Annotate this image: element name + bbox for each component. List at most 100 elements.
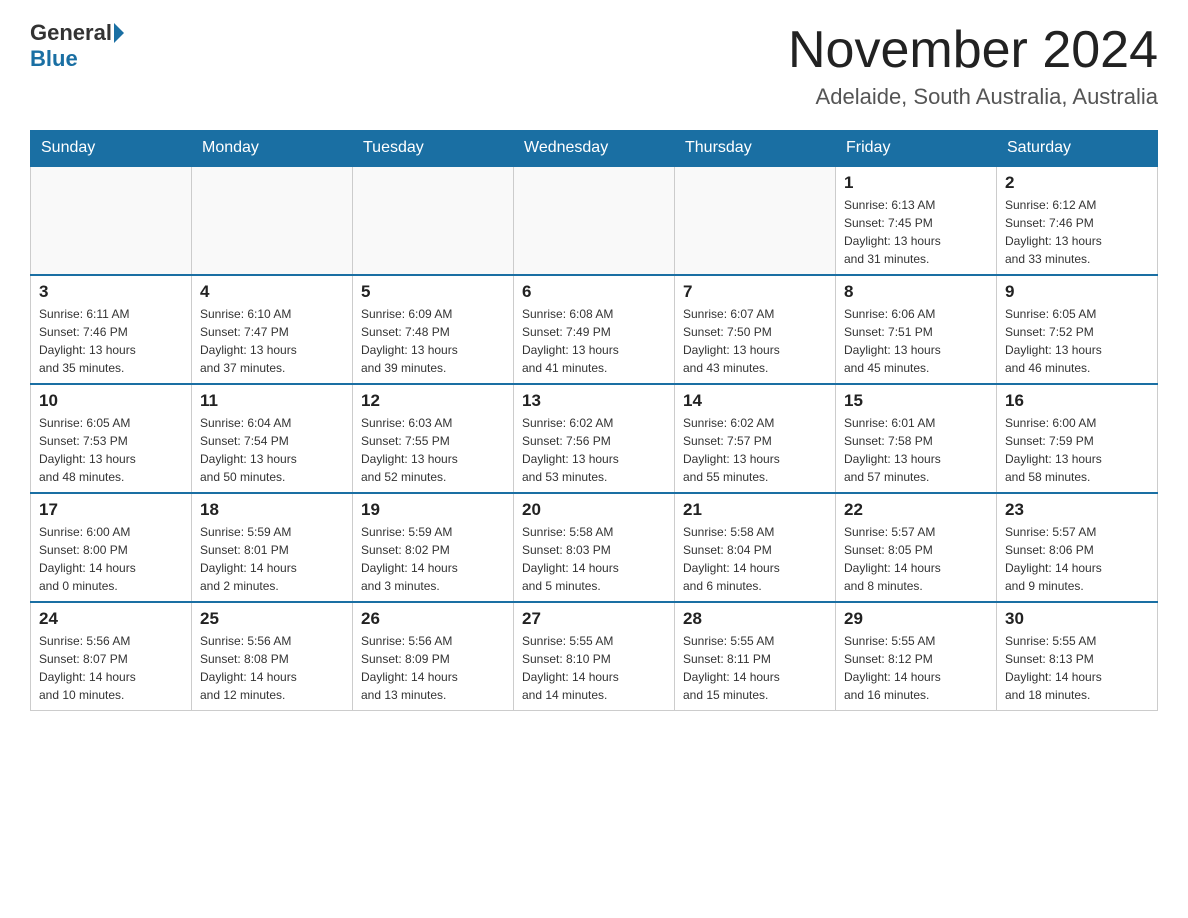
day-info: Sunrise: 6:04 AMSunset: 7:54 PMDaylight:… — [200, 414, 344, 486]
calendar-week-row: 24Sunrise: 5:56 AMSunset: 8:07 PMDayligh… — [31, 602, 1158, 711]
calendar-cell: 20 Sunrise: 5:58 AMSunset: 8:03 PMDayligh… — [514, 493, 675, 602]
column-header-sunday: Sunday — [31, 131, 192, 167]
day-number: 28 — [683, 609, 827, 629]
day-number: 5 — [361, 282, 505, 302]
day-number: 18 — [200, 500, 344, 520]
day-info: Sunrise: 5:57 AMSunset: 8:06 PMDaylight:… — [1005, 523, 1149, 595]
day-info: Sunrise: 6:05 AMSunset: 7:52 PMDaylight:… — [1005, 305, 1149, 377]
day-number: 16 — [1005, 391, 1149, 411]
calendar-cell: 28 Sunrise: 5:55 AMSunset: 8:11 PMDayligh… — [675, 602, 836, 711]
calendar-cell — [675, 166, 836, 275]
day-info: Sunrise: 6:05 AMSunset: 7:53 PMDaylight:… — [39, 414, 183, 486]
calendar-cell: 7 Sunrise: 6:07 AMSunset: 7:50 PMDaylight… — [675, 275, 836, 384]
column-header-wednesday: Wednesday — [514, 131, 675, 167]
calendar-cell: 26 Sunrise: 5:56 AMSunset: 8:09 PMDayligh… — [353, 602, 514, 711]
day-info: Sunrise: 6:00 AMSunset: 7:59 PMDaylight:… — [1005, 414, 1149, 486]
day-number: 22 — [844, 500, 988, 520]
day-number: 21 — [683, 500, 827, 520]
day-info: Sunrise: 6:01 AMSunset: 7:58 PMDaylight:… — [844, 414, 988, 486]
calendar-cell: 21 Sunrise: 5:58 AMSunset: 8:04 PMDayligh… — [675, 493, 836, 602]
day-info: Sunrise: 5:56 AMSunset: 8:09 PMDaylight:… — [361, 632, 505, 704]
calendar-cell: 12 Sunrise: 6:03 AMSunset: 7:55 PMDayligh… — [353, 384, 514, 493]
day-number: 11 — [200, 391, 344, 411]
day-number: 13 — [522, 391, 666, 411]
calendar-cell — [192, 166, 353, 275]
day-number: 6 — [522, 282, 666, 302]
day-number: 27 — [522, 609, 666, 629]
day-info: Sunrise: 6:02 AMSunset: 7:56 PMDaylight:… — [522, 414, 666, 486]
day-info: Sunrise: 6:13 AMSunset: 7:45 PMDaylight:… — [844, 196, 988, 268]
day-info: Sunrise: 5:55 AMSunset: 8:10 PMDaylight:… — [522, 632, 666, 704]
day-number: 30 — [1005, 609, 1149, 629]
day-info: Sunrise: 5:58 AMSunset: 8:04 PMDaylight:… — [683, 523, 827, 595]
day-number: 20 — [522, 500, 666, 520]
logo-arrow-icon — [114, 23, 124, 43]
day-info: Sunrise: 6:10 AMSunset: 7:47 PMDaylight:… — [200, 305, 344, 377]
calendar-cell: 25 Sunrise: 5:56 AMSunset: 8:08 PMDayligh… — [192, 602, 353, 711]
title-section: November 2024 Adelaide, South Australia,… — [788, 20, 1158, 110]
day-info: Sunrise: 6:02 AMSunset: 7:57 PMDaylight:… — [683, 414, 827, 486]
day-number: 17 — [39, 500, 183, 520]
day-info: Sunrise: 5:55 AMSunset: 8:12 PMDaylight:… — [844, 632, 988, 704]
day-info: Sunrise: 6:11 AMSunset: 7:46 PMDaylight:… — [39, 305, 183, 377]
day-info: Sunrise: 6:07 AMSunset: 7:50 PMDaylight:… — [683, 305, 827, 377]
calendar-cell: 5Sunrise: 6:09 AMSunset: 7:48 PMDaylight… — [353, 275, 514, 384]
calendar-cell: 10Sunrise: 6:05 AMSunset: 7:53 PMDayligh… — [31, 384, 192, 493]
calendar-cell: 16 Sunrise: 6:00 AMSunset: 7:59 PMDayligh… — [997, 384, 1158, 493]
day-info: Sunrise: 5:57 AMSunset: 8:05 PMDaylight:… — [844, 523, 988, 595]
day-number: 25 — [200, 609, 344, 629]
calendar-cell: 4 Sunrise: 6:10 AMSunset: 7:47 PMDaylight… — [192, 275, 353, 384]
calendar-cell: 2 Sunrise: 6:12 AMSunset: 7:46 PMDaylight… — [997, 166, 1158, 275]
calendar-week-row: 3 Sunrise: 6:11 AMSunset: 7:46 PMDaylight… — [31, 275, 1158, 384]
day-number: 2 — [1005, 173, 1149, 193]
calendar-cell: 6 Sunrise: 6:08 AMSunset: 7:49 PMDaylight… — [514, 275, 675, 384]
day-info: Sunrise: 5:56 AMSunset: 8:08 PMDaylight:… — [200, 632, 344, 704]
calendar-cell: 1 Sunrise: 6:13 AMSunset: 7:45 PMDaylight… — [836, 166, 997, 275]
calendar-cell: 13 Sunrise: 6:02 AMSunset: 7:56 PMDayligh… — [514, 384, 675, 493]
day-number: 7 — [683, 282, 827, 302]
calendar-cell: 29 Sunrise: 5:55 AMSunset: 8:12 PMDayligh… — [836, 602, 997, 711]
column-header-thursday: Thursday — [675, 131, 836, 167]
calendar-cell: 3 Sunrise: 6:11 AMSunset: 7:46 PMDaylight… — [31, 275, 192, 384]
day-info: Sunrise: 6:03 AMSunset: 7:55 PMDaylight:… — [361, 414, 505, 486]
calendar-cell: 24Sunrise: 5:56 AMSunset: 8:07 PMDayligh… — [31, 602, 192, 711]
calendar-cell: 22 Sunrise: 5:57 AMSunset: 8:05 PMDayligh… — [836, 493, 997, 602]
day-info: Sunrise: 5:59 AMSunset: 8:01 PMDaylight:… — [200, 523, 344, 595]
day-info: Sunrise: 6:06 AMSunset: 7:51 PMDaylight:… — [844, 305, 988, 377]
day-info: Sunrise: 5:56 AMSunset: 8:07 PMDaylight:… — [39, 632, 183, 704]
day-number: 3 — [39, 282, 183, 302]
calendar-week-row: 17 Sunrise: 6:00 AMSunset: 8:00 PMDayligh… — [31, 493, 1158, 602]
calendar-cell: 14 Sunrise: 6:02 AMSunset: 7:57 PMDayligh… — [675, 384, 836, 493]
day-info: Sunrise: 5:59 AMSunset: 8:02 PMDaylight:… — [361, 523, 505, 595]
calendar-cell: 8Sunrise: 6:06 AMSunset: 7:51 PMDaylight… — [836, 275, 997, 384]
day-number: 15 — [844, 391, 988, 411]
calendar-cell: 18 Sunrise: 5:59 AMSunset: 8:01 PMDayligh… — [192, 493, 353, 602]
calendar-week-row: 1 Sunrise: 6:13 AMSunset: 7:45 PMDaylight… — [31, 166, 1158, 275]
day-number: 29 — [844, 609, 988, 629]
logo-blue-text: Blue — [30, 46, 78, 71]
day-info: Sunrise: 5:58 AMSunset: 8:03 PMDaylight:… — [522, 523, 666, 595]
page-header: General Blue November 2024 Adelaide, Sou… — [30, 20, 1158, 110]
calendar-cell — [353, 166, 514, 275]
calendar-week-row: 10Sunrise: 6:05 AMSunset: 7:53 PMDayligh… — [31, 384, 1158, 493]
day-info: Sunrise: 6:12 AMSunset: 7:46 PMDaylight:… — [1005, 196, 1149, 268]
day-number: 19 — [361, 500, 505, 520]
day-info: Sunrise: 5:55 AMSunset: 8:11 PMDaylight:… — [683, 632, 827, 704]
day-info: Sunrise: 5:55 AMSunset: 8:13 PMDaylight:… — [1005, 632, 1149, 704]
calendar-cell: 19 Sunrise: 5:59 AMSunset: 8:02 PMDayligh… — [353, 493, 514, 602]
day-number: 4 — [200, 282, 344, 302]
logo-general-text: General — [30, 20, 112, 46]
page-title: November 2024 — [788, 20, 1158, 80]
day-info: Sunrise: 6:08 AMSunset: 7:49 PMDaylight:… — [522, 305, 666, 377]
calendar-cell — [31, 166, 192, 275]
day-number: 23 — [1005, 500, 1149, 520]
calendar-cell: 15 Sunrise: 6:01 AMSunset: 7:58 PMDayligh… — [836, 384, 997, 493]
day-number: 12 — [361, 391, 505, 411]
calendar-header-row: SundayMondayTuesdayWednesdayThursdayFrid… — [31, 131, 1158, 167]
day-info: Sunrise: 6:00 AMSunset: 8:00 PMDaylight:… — [39, 523, 183, 595]
day-number: 1 — [844, 173, 988, 193]
calendar-table: SundayMondayTuesdayWednesdayThursdayFrid… — [30, 130, 1158, 711]
day-number: 26 — [361, 609, 505, 629]
day-number: 14 — [683, 391, 827, 411]
calendar-cell: 23 Sunrise: 5:57 AMSunset: 8:06 PMDayligh… — [997, 493, 1158, 602]
